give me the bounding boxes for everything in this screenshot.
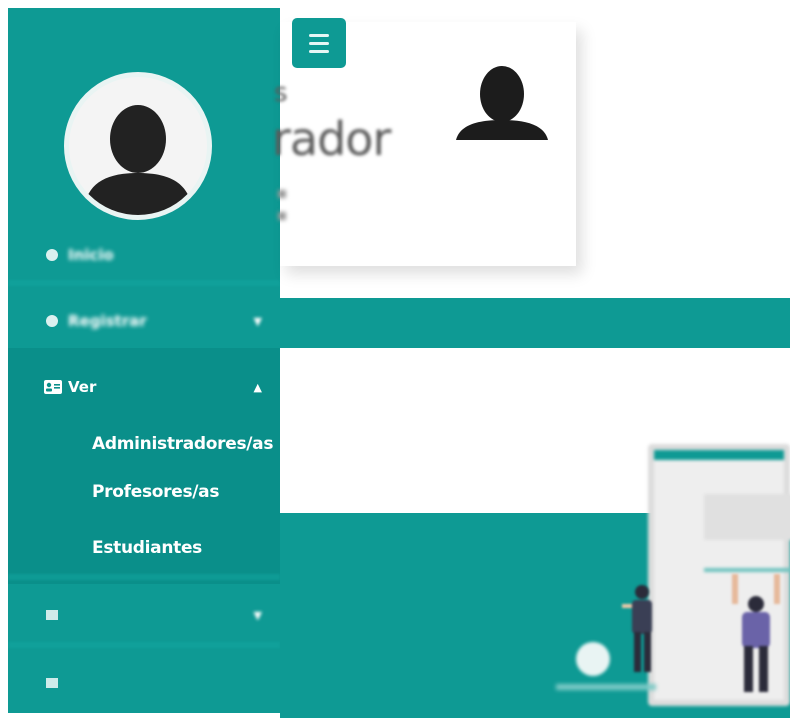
sidebar-item-cambiar[interactable]: ▼ [8, 584, 280, 646]
card-role-text: rador [272, 112, 391, 166]
footer-caption [556, 684, 656, 690]
sidebar: Inicio Registrar ▼ Ver ▲ Administradores… [8, 8, 280, 713]
plus-circle-icon [44, 314, 62, 328]
sidebar-item-inicio[interactable]: Inicio [8, 224, 280, 286]
hamburger-icon [309, 33, 329, 53]
person-illustration [622, 585, 652, 672]
sidebar-item-label: Ver [68, 378, 97, 396]
footer-logo-icon [576, 642, 610, 676]
card-detail-line [278, 212, 286, 220]
sidebar-item-label: Inicio [68, 246, 114, 264]
menu-toggle-button[interactable] [292, 18, 346, 68]
logout-icon [44, 676, 62, 690]
card-detail-line [278, 190, 286, 198]
submenu-item-profesores[interactable]: Profesores/as [92, 482, 219, 502]
sidebar-item-label: Registrar [68, 312, 147, 330]
user-avatar [64, 72, 212, 220]
edit-icon [44, 608, 62, 622]
sidebar-item-registrar[interactable]: Registrar ▼ [8, 290, 280, 352]
sidebar-divider [8, 574, 280, 580]
home-icon [44, 248, 62, 262]
sidebar-divider [8, 280, 280, 286]
chevron-down-icon: ▼ [253, 314, 262, 328]
sidebar-item-cerrar-sesion[interactable] [8, 652, 280, 713]
sidebar-item-ver[interactable]: Ver ▲ [8, 356, 280, 418]
id-card-icon [44, 380, 62, 394]
chevron-up-icon: ▲ [253, 380, 262, 394]
sidebar-divider [8, 642, 280, 648]
person-illustration [732, 574, 780, 692]
chevron-down-icon: ▼ [253, 608, 262, 622]
user-silhouette-icon [452, 58, 552, 162]
user-silhouette-icon [83, 105, 193, 215]
card-greeting-text: s [274, 78, 288, 108]
submenu-item-administradores[interactable]: Administradores/as [92, 434, 273, 454]
submenu-item-estudiantes[interactable]: Estudiantes [92, 538, 202, 558]
top-navbar [280, 298, 790, 348]
